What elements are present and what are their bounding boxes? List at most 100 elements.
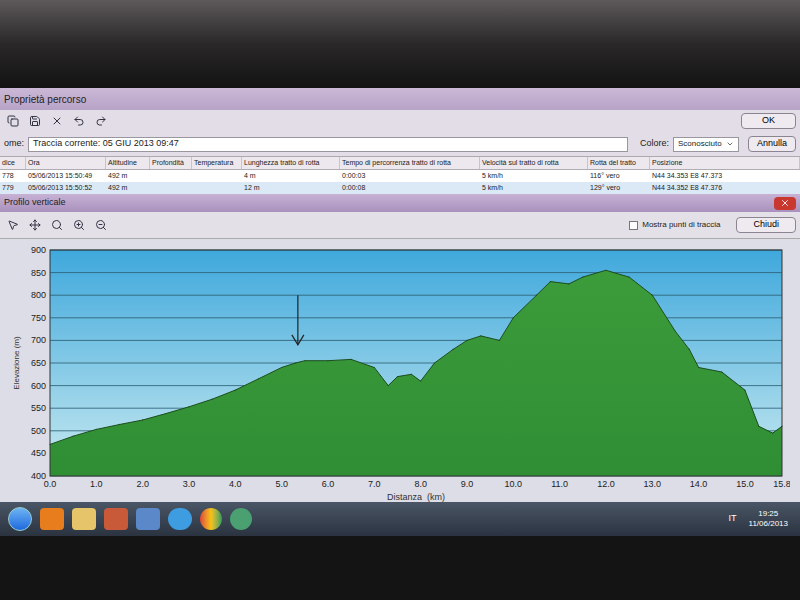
redo-icon[interactable]: [92, 112, 110, 130]
table-row[interactable]: 77805/06/2013 15:50:49492 m4 m0:00:035 k…: [0, 170, 800, 182]
x-tick: 7.0: [368, 479, 381, 489]
column-header[interactable]: Altitudine: [106, 157, 150, 169]
column-header[interactable]: Temperatura: [192, 157, 242, 169]
table-cell: N44 34.352 E8 47.376: [650, 182, 800, 194]
elevation-point: [652, 294, 653, 295]
y-tick: 850: [31, 267, 782, 277]
close-profile-button[interactable]: Chiudi: [736, 217, 796, 233]
name-row: ome:Traccia corrente: 05 GIU 2013 09:47C…: [0, 132, 800, 156]
elevation-point: [480, 335, 481, 336]
media-player-icon[interactable]: [40, 508, 64, 530]
svg-text:750: 750: [31, 312, 46, 322]
svg-text:700: 700: [31, 335, 46, 345]
name-label: ome:: [4, 137, 24, 151]
x-tick: 12.0: [597, 479, 615, 489]
svg-text:650: 650: [31, 358, 46, 368]
window-title: Proprietà percorso: [4, 92, 86, 107]
chrome-icon[interactable]: [200, 508, 222, 530]
zoom-icon[interactable]: [48, 216, 66, 234]
elevation-point: [452, 348, 453, 349]
x-tick: 4.0: [229, 479, 242, 489]
elevation-point: [499, 339, 500, 340]
zoom-out-icon[interactable]: [92, 216, 110, 234]
chevron-down-icon: [726, 140, 734, 148]
x-axis-label: Distanza (km): [387, 492, 445, 502]
globe-icon[interactable]: [230, 508, 252, 530]
column-header[interactable]: Lunghezza tratto di rotta: [242, 157, 340, 169]
pan-icon[interactable]: [26, 216, 44, 234]
profile-title: Profilo verticale: [4, 196, 66, 210]
column-header[interactable]: Velocità sul tratto di rotta: [480, 157, 588, 169]
elevation-point: [758, 425, 759, 426]
delete-icon[interactable]: [48, 112, 66, 130]
table-cell: 05/06/2013 15:50:49: [26, 170, 106, 182]
arrow-icon: [292, 295, 304, 345]
window-title-bar: Proprietà percorso: [0, 88, 800, 110]
elevation-point: [73, 435, 74, 436]
checkbox-box[interactable]: [629, 221, 638, 230]
elevation-point: [235, 389, 236, 390]
x-tick: 5.0: [275, 479, 288, 489]
explorer-icon[interactable]: [72, 508, 96, 530]
language-indicator[interactable]: IT: [729, 512, 737, 526]
app-icon[interactable]: [136, 508, 160, 530]
internet-explorer-icon[interactable]: [168, 508, 192, 530]
profile-toolbar: Mostra punti di traccia Chiudi: [0, 212, 800, 238]
x-tick: 0.0: [44, 479, 57, 489]
elevation-point: [550, 281, 551, 282]
track-points-checkbox[interactable]: Mostra punti di traccia: [629, 219, 720, 231]
start-icon[interactable]: [8, 507, 32, 531]
column-header[interactable]: Ora: [26, 157, 106, 169]
elevation-point: [772, 432, 773, 433]
close-button[interactable]: [774, 197, 796, 210]
elevation-point: [629, 276, 630, 277]
name-field[interactable]: Traccia corrente: 05 GIU 2013 09:47: [28, 137, 628, 152]
x-tick: 2.0: [136, 479, 149, 489]
table-cell: 492 m: [106, 182, 150, 194]
photo-frame: Proprietà percorso OK ome: Traccia corrente…: [0, 0, 800, 600]
elevation-point: [568, 283, 569, 284]
table-cell: 0:00:08: [340, 182, 480, 194]
app-icon[interactable]: [104, 508, 128, 530]
svg-text:850: 850: [31, 267, 46, 277]
column-header[interactable]: Posizione: [650, 157, 800, 169]
elevation-point: [212, 398, 213, 399]
elevation-point: [397, 375, 398, 376]
elevation-point: [411, 373, 412, 374]
column-header[interactable]: Profondità: [150, 157, 192, 169]
elevation-point: [721, 371, 722, 372]
column-header[interactable]: dice: [0, 157, 26, 169]
elevation-line: [50, 270, 782, 444]
column-header[interactable]: Rotta del tratto: [588, 157, 650, 169]
table-cell: 116° vero: [588, 170, 650, 182]
table-cell: 492 m: [106, 170, 150, 182]
svg-text:900: 900: [31, 245, 46, 255]
undo-icon[interactable]: [70, 112, 88, 130]
x-tick: 10.0: [505, 479, 523, 489]
elevation-point: [119, 423, 120, 424]
save-icon[interactable]: [26, 112, 44, 130]
elevation-point: [96, 428, 97, 429]
top-bezel: [0, 0, 800, 88]
close-icon: [780, 198, 790, 208]
elevation-point: [165, 413, 166, 414]
svg-text:550: 550: [31, 403, 46, 413]
copy-icon[interactable]: [4, 112, 22, 130]
x-tick: 15.8: [773, 479, 790, 489]
ok-button[interactable]: OK: [741, 113, 796, 129]
x-tick: 1.0: [90, 479, 103, 489]
pointer-icon[interactable]: [4, 216, 22, 234]
svg-text:600: 600: [31, 380, 46, 390]
elevation-point: [605, 269, 606, 270]
table-cell: 05/06/2013 15:50:52: [26, 182, 106, 194]
clock[interactable]: 19:2511/06/2013: [745, 509, 792, 529]
elevation-point: [374, 366, 375, 367]
column-header[interactable]: Tempo di percorrenza tratto di rotta: [340, 157, 480, 169]
cancel-button[interactable]: Annulla: [748, 136, 796, 152]
table-cell: N44 34.353 E8 47.373: [650, 170, 800, 182]
color-select[interactable]: Sconosciuto: [673, 137, 739, 152]
table-row[interactable]: 77905/06/2013 15:50:52492 m12 m0:00:085 …: [0, 182, 800, 194]
x-tick: 15.0: [736, 479, 754, 489]
zoom-in-icon[interactable]: [70, 216, 88, 234]
elevation-point: [142, 419, 143, 420]
